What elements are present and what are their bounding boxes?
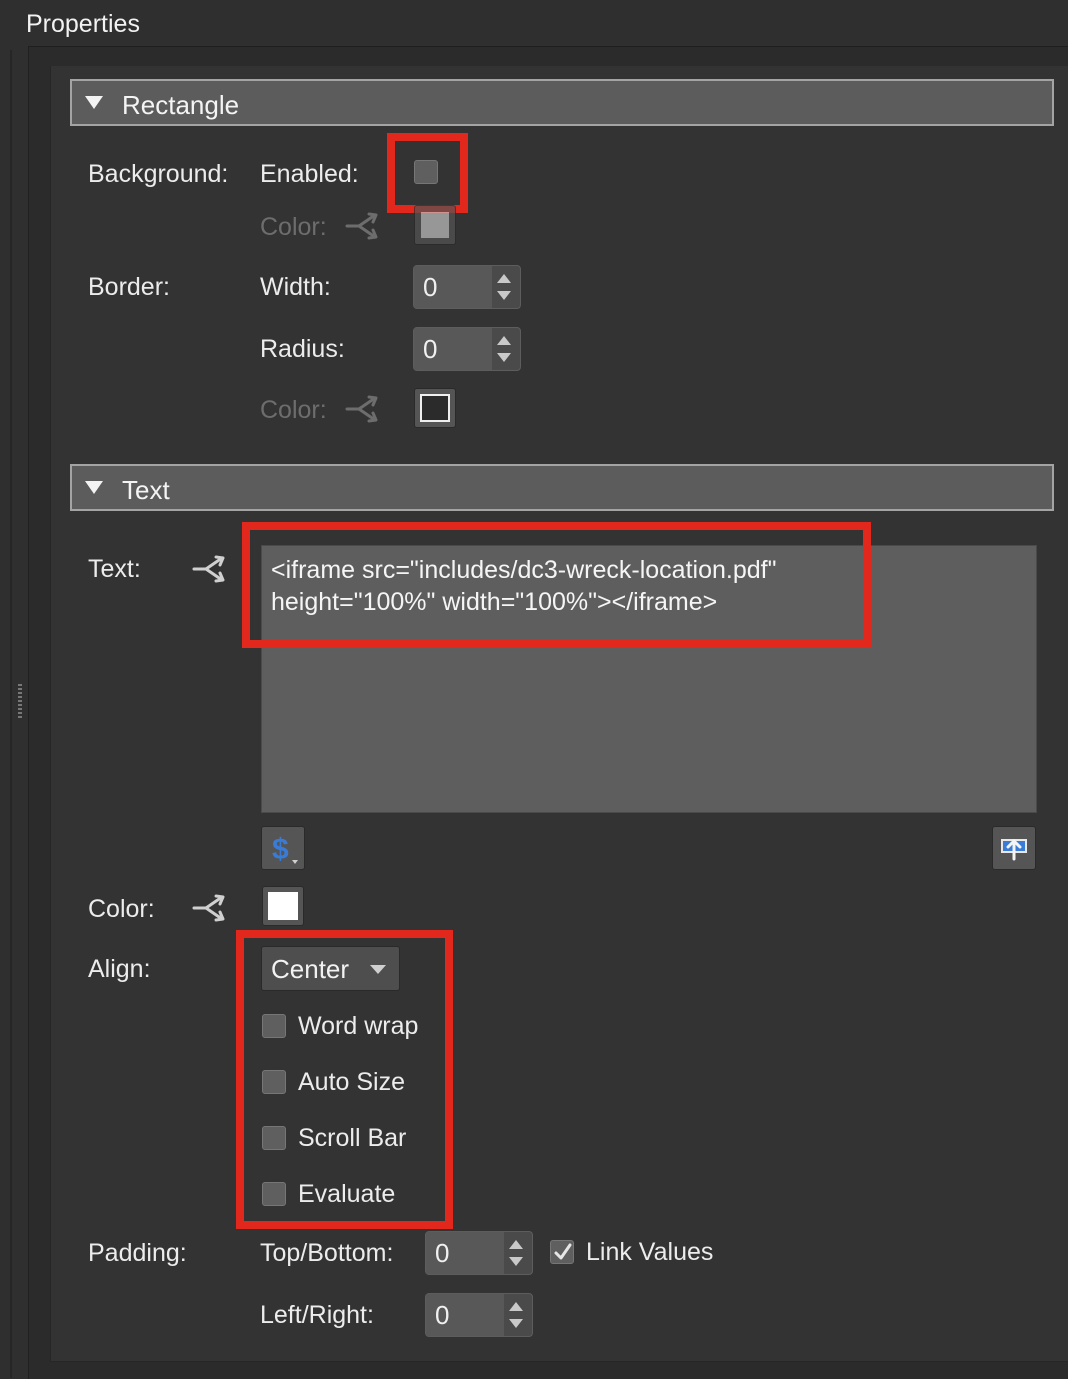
share-link-icon[interactable]: [345, 211, 381, 241]
border-radius-stepper[interactable]: 0: [413, 327, 521, 371]
insert-variable-button[interactable]: $: [261, 826, 305, 870]
left-divider: [10, 50, 12, 1378]
text-label: Text:: [88, 555, 141, 583]
insert-icon: [1001, 839, 1027, 861]
padding-left-right-value[interactable]: 0: [426, 1294, 504, 1336]
panel-title: Properties: [26, 10, 140, 38]
stepper-up-icon[interactable]: [497, 336, 511, 345]
border-color-label: Color:: [260, 396, 327, 424]
dollar-icon: $: [272, 833, 298, 866]
checkmark-icon: [554, 1243, 572, 1260]
border-label: Border:: [88, 273, 170, 301]
stepper-up-icon[interactable]: [509, 1302, 523, 1311]
border-color-swatch[interactable]: [414, 388, 456, 428]
padding-top-bottom-stepper[interactable]: 0: [425, 1231, 533, 1275]
stepper-down-icon[interactable]: [497, 291, 511, 300]
background-label: Background:: [88, 160, 229, 188]
share-link-icon[interactable]: [345, 394, 381, 424]
border-radius-value[interactable]: 0: [414, 328, 492, 370]
bg-color-label: Color:: [260, 213, 327, 241]
padding-top-bottom-value[interactable]: 0: [426, 1232, 504, 1274]
text-color-swatch[interactable]: [262, 886, 304, 926]
highlight-box-text: [242, 522, 871, 648]
disclosure-triangle-icon[interactable]: [85, 481, 103, 494]
border-color-fill: [420, 394, 450, 422]
stepper-down-icon[interactable]: [509, 1319, 523, 1328]
share-link-icon[interactable]: [192, 893, 228, 923]
align-label: Align:: [88, 955, 151, 983]
stepper-down-icon[interactable]: [509, 1257, 523, 1266]
text-section-title: Text: [122, 475, 170, 505]
disclosure-triangle-icon[interactable]: [85, 96, 103, 109]
text-color-label: Color:: [88, 895, 155, 923]
enabled-label: Enabled:: [260, 160, 359, 188]
stepper-up-icon[interactable]: [509, 1240, 523, 1249]
highlight-box-enabled: [387, 133, 468, 213]
link-values-checkbox[interactable]: [550, 1240, 574, 1264]
left-right-label: Left/Right:: [260, 1301, 374, 1329]
rectangle-section-header[interactable]: Rectangle: [70, 79, 1054, 126]
svg-text:$: $: [272, 833, 289, 866]
border-width-stepper[interactable]: 0: [413, 265, 521, 309]
padding-left-right-stepper[interactable]: 0: [425, 1293, 533, 1337]
width-label: Width:: [260, 273, 331, 301]
stepper-down-icon[interactable]: [497, 353, 511, 362]
share-link-icon[interactable]: [192, 554, 228, 584]
border-width-value[interactable]: 0: [414, 266, 492, 308]
insert-button[interactable]: [992, 826, 1036, 870]
text-section-header[interactable]: Text: [70, 464, 1054, 511]
bg-color-swatch[interactable]: [414, 205, 456, 245]
link-values-label[interactable]: Link Values: [586, 1238, 713, 1267]
padding-label: Padding:: [88, 1239, 187, 1267]
stepper-up-icon[interactable]: [497, 274, 511, 283]
rectangle-section-title: Rectangle: [122, 90, 240, 120]
splitter-grip-handle[interactable]: [18, 684, 22, 718]
bg-color-fill: [421, 212, 449, 238]
highlight-box-align-options: [236, 930, 453, 1229]
text-color-fill: [268, 892, 298, 920]
top-bottom-label: Top/Bottom:: [260, 1239, 394, 1267]
radius-label: Radius:: [260, 335, 345, 363]
